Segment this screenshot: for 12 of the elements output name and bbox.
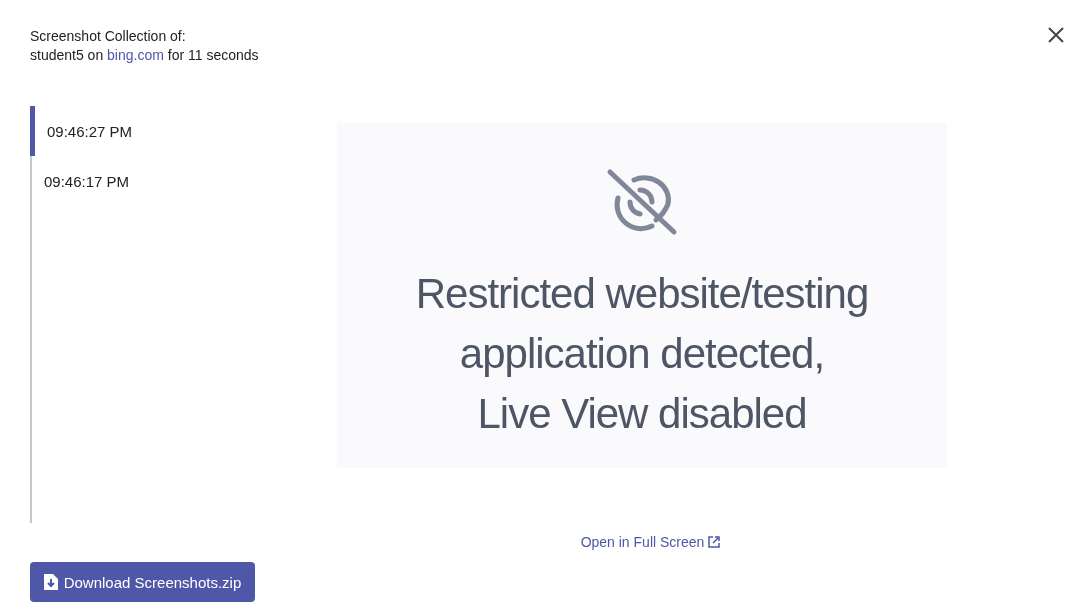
external-link-icon (708, 536, 721, 548)
restriction-message: Restricted website/testing application detected, Live View disabled (415, 269, 869, 439)
timeline-item[interactable]: 09:46:27 PM (30, 106, 133, 156)
close-icon (1048, 27, 1064, 43)
timeline-item[interactable]: 09:46:17 PM (32, 156, 130, 206)
site-link[interactable]: bing.com (107, 47, 164, 63)
download-file-icon (43, 574, 58, 590)
open-full-screen-link[interactable]: Open in Full Screen (580, 534, 721, 550)
dialog-title: Screenshot Collection of: (30, 28, 186, 44)
eye-off-icon (606, 168, 678, 236)
download-button[interactable]: Download Screenshots.zip (30, 562, 255, 602)
session-summary: student5 on bing.com for 11 seconds (30, 47, 259, 63)
